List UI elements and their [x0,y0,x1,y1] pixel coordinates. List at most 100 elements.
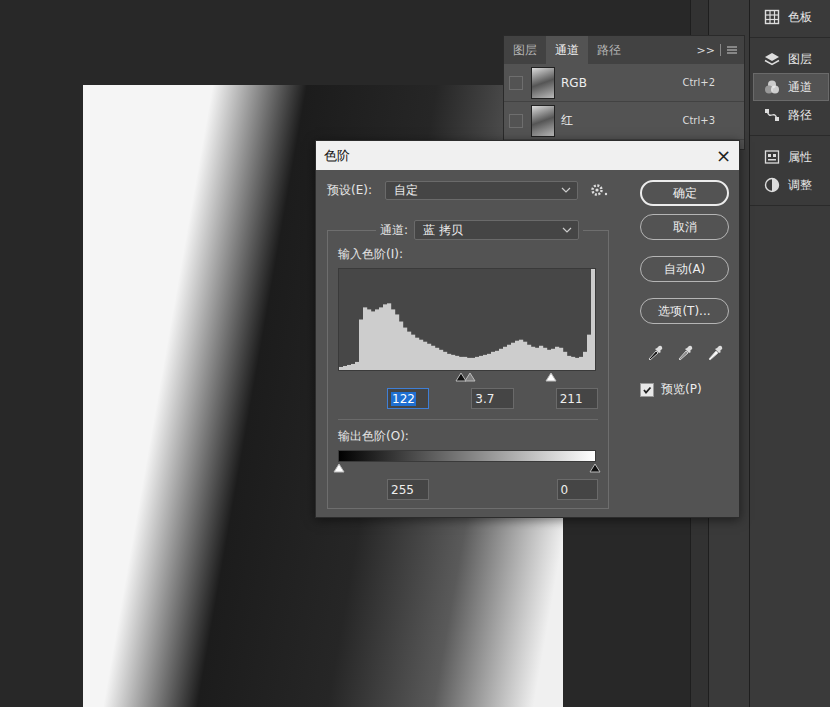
histogram-bar [435,348,439,370]
histogram-bar [367,309,371,370]
eyedropper-icon[interactable] [677,344,693,362]
dock-item[interactable]: 通道 [753,73,829,101]
histogram-bar [587,335,591,370]
histogram-bar [339,367,343,370]
panel-tab[interactable]: 图层 [504,36,546,64]
menu-icon[interactable] [726,45,738,55]
dock-label: 调整 [788,177,812,194]
channel-group: 通道: 蓝 拷贝 输入色阶(I): 1223.7211 输出色阶(O): 255… [327,220,609,509]
histogram-bar [411,335,415,370]
channels-panel: 图层通道路径 >> RGB Ctrl+2 红 Ctrl+3 [503,35,745,150]
dock-item[interactable]: 图层 [753,45,829,73]
histogram-bar [347,365,351,370]
histogram-bar [563,352,567,370]
slider-handle[interactable] [333,463,345,473]
histogram-bar [359,320,363,371]
histogram-bar [535,348,539,370]
histogram-bar [487,354,491,370]
histogram-bar [371,311,375,370]
channel-row[interactable]: 红 Ctrl+3 [504,102,744,140]
dialog-button[interactable]: 取消 [640,214,729,240]
histogram-bar [447,354,451,370]
collapse-button[interactable]: >> [697,44,715,57]
dialog-title: 色阶 [324,147,350,165]
dock-item[interactable]: 调整 [753,171,829,199]
panel-tab[interactable]: 通道 [546,36,588,64]
dock-item[interactable]: 路径 [753,101,829,129]
dock-label: 图层 [788,51,812,68]
histogram-bar [379,307,383,370]
histogram-bar [591,269,595,370]
histogram-bar [471,358,475,370]
histogram-bar [491,352,495,370]
dialog-button[interactable]: 自动(A) [640,256,729,282]
histogram-bar [455,356,459,370]
gear-icon[interactable] [589,182,609,198]
histogram-bar [579,357,583,370]
input-level-field[interactable]: 3.7 [471,388,513,409]
levels-dialog: 色阶 × 预设(E): 自定 通道: 蓝 拷贝 输入色阶(I): 1223.72… [315,140,740,518]
histogram-bar [415,338,419,370]
swatches-icon [764,9,780,25]
dock-label: 属性 [788,149,812,166]
histogram [338,268,596,371]
input-level-field[interactable]: 211 [556,388,598,409]
histogram-bar [503,347,507,370]
close-button[interactable]: × [716,147,731,165]
dialog-button[interactable]: 确定 [640,180,729,206]
histogram-bar [403,328,407,370]
preview-checkbox[interactable]: 预览(P) [640,381,729,398]
photoshop-window: 色板 图层 通道 路径 属性 调整 图层通道路径 >> RGB Ctrl+2 红… [0,0,830,707]
channel-thumbnail [531,67,555,99]
histogram-bar [451,355,455,370]
side-panel: 色板 图层 通道 路径 属性 调整 [750,0,830,707]
slider-handle[interactable] [589,463,601,473]
histogram-bar [391,309,395,370]
panel-tab-bar: 图层通道路径 >> [504,36,744,64]
panel-tab[interactable]: 路径 [588,36,630,64]
histogram-bar [467,358,471,370]
histogram-bar [515,341,519,370]
visibility-toggle[interactable] [509,76,523,90]
preset-label: 预设(E): [327,182,385,199]
channels-icon [764,79,780,95]
dock-label: 色板 [788,9,812,26]
histogram-bar [351,364,355,370]
histogram-bar [363,307,367,370]
histogram-bar [399,322,403,370]
histogram-bar [459,357,463,370]
dock-item[interactable]: 属性 [753,143,829,171]
dialog-titlebar[interactable]: 色阶 × [316,141,739,170]
histogram-bar [463,357,467,370]
histogram-bar [427,344,431,370]
output-level-field[interactable]: 0 [557,479,599,500]
output-level-field[interactable]: 255 [387,479,429,500]
paths-icon [764,107,780,123]
dialog-button[interactable]: 选项(T)... [640,298,729,324]
input-levels-label: 输入色阶(I): [338,246,598,263]
histogram-bar [519,340,523,370]
eyedropper-icon[interactable] [647,344,663,362]
histogram-bar [555,347,559,370]
slider-handle[interactable] [545,372,557,382]
histogram-bar [539,346,543,370]
histogram-bar [527,345,531,370]
channel-select[interactable]: 蓝 拷贝 [414,220,579,240]
dock-group: 色板 [750,3,830,38]
channel-shortcut: Ctrl+2 [682,77,715,88]
visibility-toggle[interactable] [509,114,523,128]
dock-group: 属性 调整 [750,143,830,206]
histogram-bar [439,350,443,370]
input-slider-track [338,371,596,383]
input-level-field[interactable]: 122 [387,388,429,409]
preset-select[interactable]: 自定 [385,181,578,200]
channel-row[interactable]: RGB Ctrl+2 [504,64,744,102]
properties-icon [764,149,780,165]
dock-group: 图层 通道 路径 [750,45,830,136]
eyedropper-icon[interactable] [707,344,723,362]
dock-item[interactable]: 色板 [753,3,829,31]
histogram-bar [583,352,587,370]
histogram-bar [483,355,487,370]
histogram-bar [443,352,447,370]
slider-handle[interactable] [464,372,476,382]
